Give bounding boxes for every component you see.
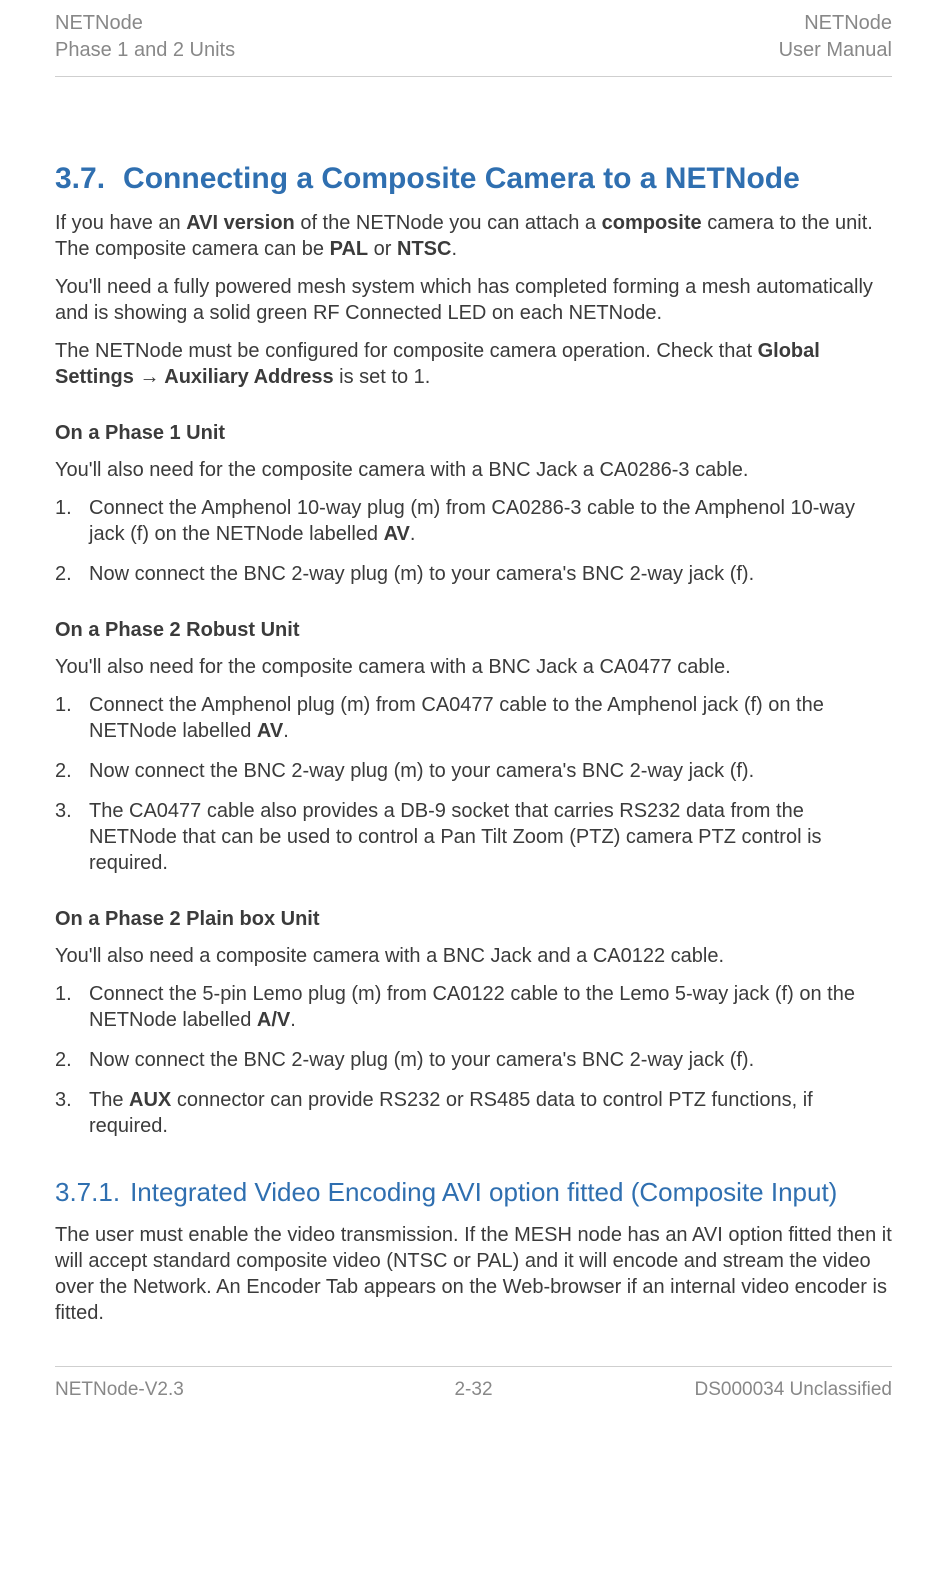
text: connector can provide RS232 or RS485 dat… bbox=[89, 1089, 813, 1137]
document-page: NETNode Phase 1 and 2 Units NETNode User… bbox=[0, 0, 947, 1421]
phase1-heading: On a Phase 1 Unit bbox=[55, 422, 892, 445]
phase2-robust-list: Connect the Amphenol plug (m) from CA047… bbox=[55, 692, 892, 876]
text-bold: AV bbox=[384, 523, 410, 545]
text: If you have an bbox=[55, 212, 186, 234]
page-footer: NETNode-V2.3 2-32 DS000034 Unclassified bbox=[55, 1366, 892, 1401]
text: . bbox=[451, 238, 457, 260]
intro-paragraph-1: If you have an AVI version of the NETNod… bbox=[55, 210, 892, 262]
header-product: NETNode bbox=[55, 10, 235, 37]
text-bold: PAL bbox=[330, 238, 369, 260]
page-body: 3.7. Connecting a Composite Camera to a N… bbox=[55, 162, 892, 1326]
footer-version: NETNode-V2.3 bbox=[55, 1379, 334, 1401]
text: Connect the Amphenol 10-way plug (m) fro… bbox=[89, 497, 855, 545]
phase2-plain-intro: You'll also need a composite camera with… bbox=[55, 943, 892, 969]
list-item: The CA0477 cable also provides a DB-9 so… bbox=[55, 798, 892, 876]
phase1-list: Connect the Amphenol 10-way plug (m) fro… bbox=[55, 495, 892, 587]
footer-classification: DS000034 Unclassified bbox=[613, 1379, 892, 1401]
header-left: NETNode Phase 1 and 2 Units bbox=[55, 10, 235, 64]
page-header: NETNode Phase 1 and 2 Units NETNode User… bbox=[55, 10, 892, 77]
section-number: 3.7. bbox=[55, 162, 105, 195]
text: The NETNode must be configured for compo… bbox=[55, 340, 758, 362]
header-product-right: NETNode bbox=[779, 10, 892, 37]
text-bold: AUX bbox=[129, 1089, 171, 1111]
list-item: Now connect the BNC 2-way plug (m) to yo… bbox=[55, 758, 892, 784]
phase2-robust-heading: On a Phase 2 Robust Unit bbox=[55, 619, 892, 642]
footer-page-number: 2-32 bbox=[334, 1379, 613, 1401]
text: of the NETNode you can attach a bbox=[295, 212, 602, 234]
section-title: Connecting a Composite Camera to a NETNo… bbox=[123, 162, 800, 195]
text: Connect the Amphenol plug (m) from CA047… bbox=[89, 694, 824, 742]
text: Connect the 5-pin Lemo plug (m) from CA0… bbox=[89, 983, 855, 1031]
list-item: The AUX connector can provide RS232 or R… bbox=[55, 1087, 892, 1139]
phase2-robust-intro: You'll also need for the composite camer… bbox=[55, 654, 892, 680]
phase1-intro: You'll also need for the composite camer… bbox=[55, 457, 892, 483]
list-item: Connect the Amphenol plug (m) from CA047… bbox=[55, 692, 892, 744]
list-item: Connect the Amphenol 10-way plug (m) fro… bbox=[55, 495, 892, 547]
phase2-plain-heading: On a Phase 2 Plain box Unit bbox=[55, 908, 892, 931]
text-bold: A/V bbox=[257, 1009, 290, 1031]
section-heading: 3.7. Connecting a Composite Camera to a N… bbox=[55, 162, 892, 196]
header-right: NETNode User Manual bbox=[779, 10, 892, 64]
subsection-title: Integrated Video Encoding AVI option fit… bbox=[130, 1177, 837, 1207]
subsection-paragraph: The user must enable the video transmiss… bbox=[55, 1222, 892, 1326]
intro-paragraph-3: The NETNode must be configured for compo… bbox=[55, 338, 892, 390]
list-item: Now connect the BNC 2-way plug (m) to yo… bbox=[55, 1047, 892, 1073]
phase2-plain-list: Connect the 5-pin Lemo plug (m) from CA0… bbox=[55, 981, 892, 1139]
text-bold: AVI version bbox=[186, 212, 295, 234]
list-item: Connect the 5-pin Lemo plug (m) from CA0… bbox=[55, 981, 892, 1033]
text-bold: composite bbox=[602, 212, 702, 234]
text-bold: NTSC bbox=[397, 238, 451, 260]
text: is set to 1. bbox=[334, 366, 431, 388]
header-subtitle: Phase 1 and 2 Units bbox=[55, 37, 235, 64]
text: The bbox=[89, 1089, 129, 1111]
intro-paragraph-2: You'll need a fully powered mesh system … bbox=[55, 274, 892, 326]
text-bold: AV bbox=[257, 720, 283, 742]
header-doc-type: User Manual bbox=[779, 37, 892, 64]
text: . bbox=[410, 523, 416, 545]
subsection-number: 3.7.1. bbox=[55, 1177, 120, 1207]
list-item: Now connect the BNC 2-way plug (m) to yo… bbox=[55, 561, 892, 587]
text: or bbox=[368, 238, 397, 260]
text: . bbox=[290, 1009, 296, 1031]
subsection-heading: 3.7.1. Integrated Video Encoding AVI opti… bbox=[55, 1177, 892, 1208]
text: . bbox=[283, 720, 289, 742]
